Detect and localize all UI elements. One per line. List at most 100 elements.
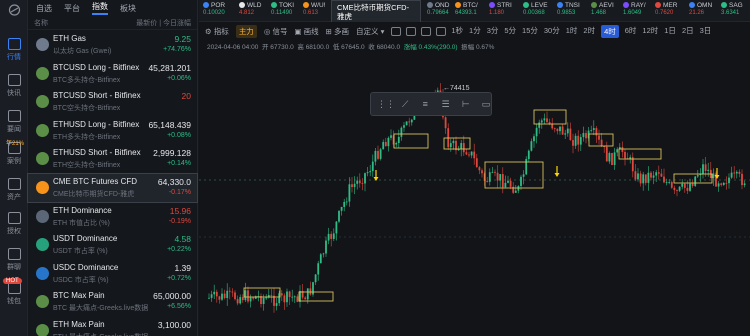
column-name[interactable]: 名称 bbox=[34, 18, 48, 28]
app-logo-icon[interactable] bbox=[0, 4, 28, 18]
interval-11[interactable]: 1日 bbox=[664, 25, 676, 38]
main-force-button[interactable]: 主力 bbox=[235, 24, 257, 38]
rail-label: 要闻 bbox=[7, 126, 21, 133]
watchlist-row[interactable]: USDT Dominance USDT 市占率 (%) 4.58 +0.22% bbox=[28, 231, 197, 259]
tool-icon-3[interactable] bbox=[421, 26, 432, 36]
watchlist-row[interactable]: BTCUSD Short - Bitfinex BTC空头持仓-Bitfinex 2… bbox=[28, 88, 197, 116]
interval-4[interactable]: 15分 bbox=[522, 25, 538, 38]
candle-body bbox=[371, 161, 374, 172]
watchlist-row[interactable]: BTCUSD Long - Bitfinex BTC多头持仓-Bitfinex 45… bbox=[28, 60, 197, 88]
watchlist-row[interactable]: ETHUSD Short - Bitfinex ETH空头持仓-Bitfinex 2… bbox=[28, 145, 197, 173]
interval-12[interactable]: 2日 bbox=[682, 25, 694, 38]
interval-3[interactable]: 5分 bbox=[504, 25, 516, 38]
interval-9[interactable]: 6时 bbox=[625, 25, 637, 38]
ticker-item[interactable]: WLD 4.812 bbox=[239, 2, 261, 16]
candle-body bbox=[507, 180, 509, 183]
tool-icon-1[interactable] bbox=[391, 26, 402, 36]
rail-item-0[interactable]: 行情 bbox=[0, 38, 28, 62]
signal-button[interactable]: ◎ 信号 bbox=[264, 26, 288, 37]
interval-10[interactable]: 12时 bbox=[642, 25, 658, 38]
candle-body bbox=[262, 297, 265, 304]
ticker-item[interactable]: MER 0.7620 bbox=[655, 2, 677, 16]
ticker-symbol: BTC/ bbox=[463, 2, 478, 9]
multi-button[interactable]: ⊞ 多画 bbox=[326, 26, 349, 37]
rail-item-5[interactable]: 授权 bbox=[0, 212, 28, 236]
rail-item-7[interactable]: 钱包 bbox=[0, 282, 28, 306]
ticker-item[interactable]: TNSI 0.9853 bbox=[557, 2, 580, 16]
rail-label: 行情 bbox=[7, 54, 21, 61]
coin-logo-icon bbox=[36, 38, 49, 51]
coin-icon bbox=[489, 2, 495, 8]
row-change: +74.76% bbox=[163, 46, 191, 53]
candle-body bbox=[374, 150, 377, 162]
active-symbol-tab[interactable]: CME比特币期货CFD- 雅虎 bbox=[331, 0, 421, 22]
row-subtitle: USDT 市占率 (%) bbox=[53, 248, 108, 256]
ticker-item[interactable]: OMN 21.26 bbox=[689, 2, 712, 16]
interval-13[interactable]: 3日 bbox=[700, 25, 712, 38]
indicator-button[interactable]: ⚙ 指标 bbox=[205, 26, 229, 37]
column-price[interactable]: 最新价 bbox=[136, 20, 157, 27]
trendline-icon[interactable]: ⟋ bbox=[400, 99, 410, 110]
ticker-item[interactable]: STRI 1.180 bbox=[489, 2, 512, 16]
interval-2[interactable]: 3分 bbox=[487, 25, 499, 38]
candle-body bbox=[717, 183, 720, 187]
watchlist-row[interactable]: CME BTC Futures CFD CME比特币期货CFD-雅虎 64,330.… bbox=[27, 173, 198, 203]
panel-tab-0[interactable]: 自选 bbox=[36, 3, 52, 14]
ticker-item[interactable]: LEVE 0.00368 bbox=[523, 2, 548, 16]
ticker-item[interactable]: OND 0.79664 bbox=[427, 2, 449, 16]
rail-item-6[interactable]: 群聊 bbox=[0, 248, 28, 272]
ticker-item[interactable]: RAY/1.6049 bbox=[623, 2, 646, 16]
candle-body bbox=[405, 121, 408, 126]
watchlist-row[interactable]: USDC Dominance USDC 市占率 (%) 1.39 +0.72% bbox=[28, 260, 197, 288]
watchlist-row[interactable]: BTC Max Pain BTC 最大痛点-Greeks.live数据 65,000… bbox=[28, 288, 197, 316]
ticker-item[interactable]: POR 0.10020 bbox=[203, 2, 225, 16]
candle-body bbox=[569, 128, 572, 141]
drag-handle-icon[interactable]: ⋮⋮ bbox=[377, 99, 395, 110]
candle-body bbox=[306, 288, 309, 300]
ticker-item[interactable]: BTC/64393.1 bbox=[455, 2, 478, 16]
panel-tab-1[interactable]: 平台 bbox=[64, 3, 80, 14]
horizontal-lines-icon[interactable]: ≡ bbox=[420, 99, 430, 110]
ray-icon[interactable]: ⊢ bbox=[461, 99, 471, 110]
tool-icon-2[interactable] bbox=[406, 26, 417, 36]
candle-body bbox=[639, 173, 642, 184]
rectangle-icon[interactable]: ▭ bbox=[481, 99, 491, 110]
watchlist-row[interactable]: ETH Max Pain ETH 最大痛点-Greeks.live数据 3,100.… bbox=[28, 317, 197, 336]
interval-6[interactable]: 1时 bbox=[566, 25, 578, 38]
candle-body bbox=[637, 173, 639, 180]
candle-body bbox=[249, 297, 252, 302]
interval-7[interactable]: 2时 bbox=[583, 25, 595, 38]
ticker-item[interactable]: TOKI 0.11490 bbox=[271, 2, 294, 16]
ticker-price: 1.468 bbox=[591, 10, 607, 16]
candle-body bbox=[644, 174, 647, 183]
panel-tab-2[interactable]: 指数 bbox=[92, 1, 108, 15]
watchlist-row[interactable]: ETH Gas 以太坊 Gas (Gwei) 9.25 +74.76% bbox=[28, 31, 197, 59]
candle-body bbox=[522, 174, 525, 177]
interval-5[interactable]: 30分 bbox=[544, 25, 560, 38]
tool-icon-4[interactable] bbox=[436, 26, 447, 36]
watchlist-row[interactable]: ETH Dominance ETH 市值占比 (%) 15.96 -0.19% bbox=[28, 203, 197, 231]
custom-dropdown[interactable]: 自定义 ▾ bbox=[356, 26, 384, 37]
draw-button[interactable]: ▣ 画线 bbox=[294, 26, 318, 37]
interval-0[interactable]: 1秒 bbox=[451, 25, 463, 38]
rail-item-2[interactable]: 要闻 bbox=[0, 110, 28, 134]
panel-tab-3[interactable]: 板块 bbox=[120, 3, 136, 14]
active-tab-title: CME比特币期货CFD- bbox=[337, 3, 410, 12]
ticker-symbol: OMN bbox=[697, 2, 713, 9]
ticker-item[interactable]: SAG 3.6341 bbox=[721, 2, 743, 16]
candle-body bbox=[553, 128, 556, 130]
candle-body bbox=[730, 172, 733, 178]
rail-item-4[interactable]: 资产 bbox=[0, 178, 28, 202]
rail-item-1[interactable]: 快讯 bbox=[0, 74, 28, 98]
candle-body bbox=[725, 182, 728, 184]
candle-body bbox=[564, 133, 567, 135]
interval-8[interactable]: 4时 bbox=[601, 24, 619, 38]
column-change[interactable]: 今日涨幅 bbox=[163, 20, 191, 27]
list-icon[interactable]: ☰ bbox=[440, 99, 450, 110]
candle-body bbox=[616, 149, 619, 153]
interval-1[interactable]: 1分 bbox=[469, 25, 481, 38]
ticker-item[interactable]: AEVI 1.468 bbox=[591, 2, 614, 16]
ticker-item[interactable]: W/U! 0.613 bbox=[303, 2, 325, 16]
candle-body bbox=[286, 291, 288, 303]
watchlist-row[interactable]: ETHUSD Long - Bitfinex ETH多头持仓-Bitfinex 65… bbox=[28, 117, 197, 145]
